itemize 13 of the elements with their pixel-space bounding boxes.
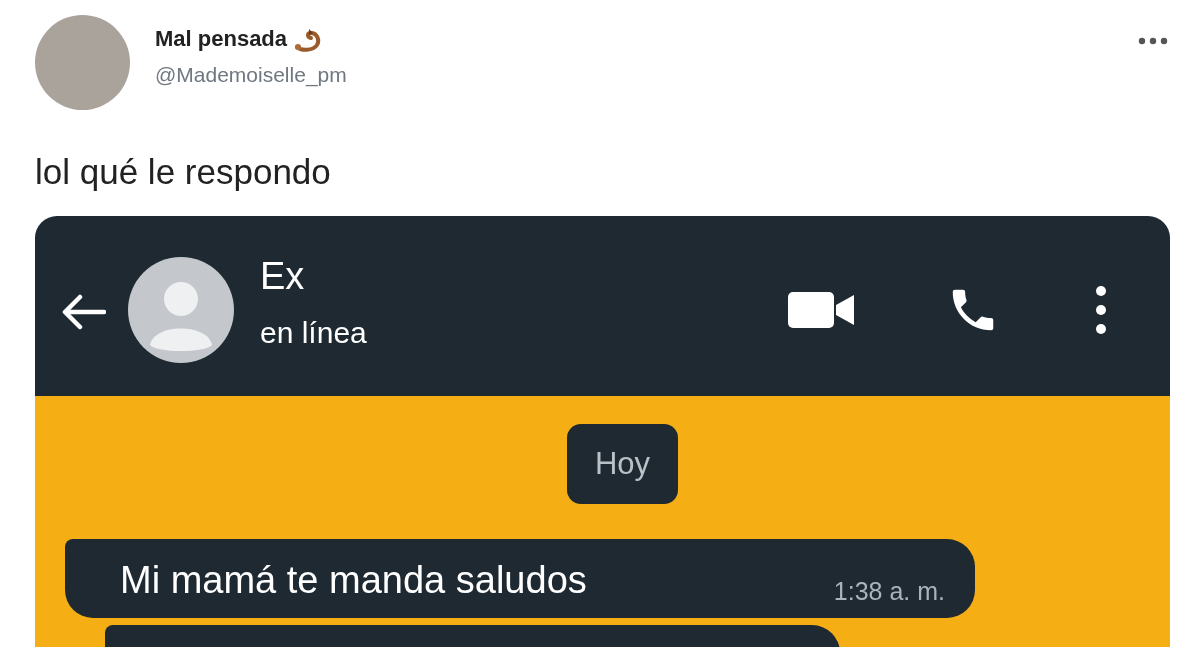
message-time: 1:38 a. m. <box>833 577 945 606</box>
video-camera-icon[interactable] <box>788 292 854 328</box>
date-label: Hoy <box>566 424 679 504</box>
back-icon[interactable] <box>60 294 106 330</box>
contact-name: Ex <box>260 254 306 298</box>
more-options-icon[interactable] <box>1095 285 1107 335</box>
message-text: Mi mamá te manda saludos <box>120 559 587 602</box>
more-icon[interactable] <box>1138 37 1168 45</box>
contact-status: en línea <box>260 315 368 350</box>
user-handle[interactable]: @Mademoiselle_pm <box>155 63 1138 87</box>
person-icon[interactable] <box>128 257 234 363</box>
display-name: Mal pensada <box>155 26 288 52</box>
tweet-text: lol qué le respondo <box>35 152 332 192</box>
